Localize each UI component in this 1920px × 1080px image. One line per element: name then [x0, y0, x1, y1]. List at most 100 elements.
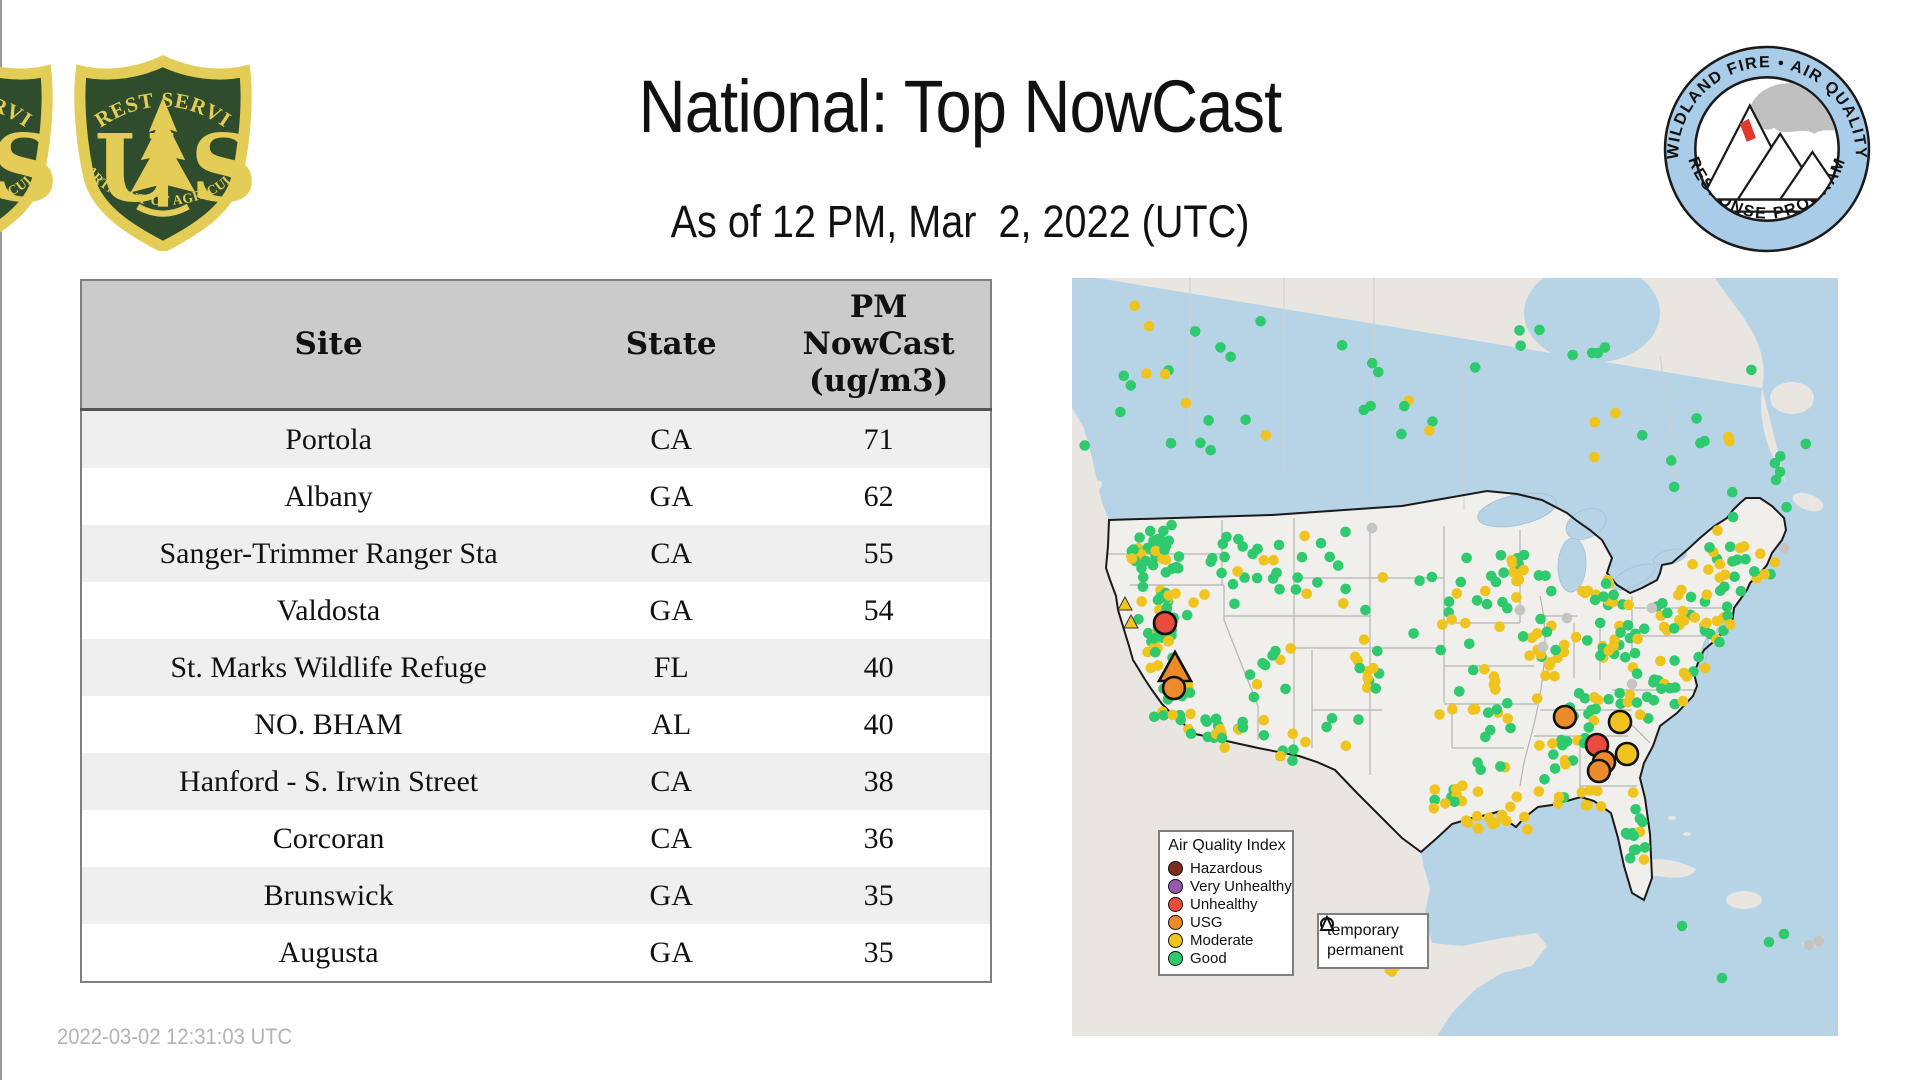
aqi-site-dot	[1560, 758, 1571, 770]
aqi-site-dot	[1614, 687, 1625, 699]
aqi-site-dot	[1140, 555, 1152, 567]
aqi-site-dot	[1637, 430, 1648, 441]
aqi-legend-label: Good	[1190, 949, 1227, 967]
aqi-site-dot	[1638, 854, 1650, 865]
report-page: { "page": { "title": "National: Top NowC…	[0, 0, 1920, 1080]
aqi-site-dot	[1216, 567, 1227, 579]
aqi-site-dot	[1160, 567, 1172, 578]
aqi-site-dot	[1471, 810, 1483, 822]
aqi-site-dot	[1701, 589, 1713, 600]
aqi-site-dot	[1628, 844, 1640, 856]
aqi-site-dot	[1258, 555, 1269, 566]
aqi-site-dot	[1553, 791, 1565, 803]
aqi-site-dot	[1615, 627, 1626, 638]
aqi-site-dot	[1255, 316, 1266, 327]
aqi-site-dot	[1446, 614, 1457, 625]
aqi-site-dot	[1205, 444, 1216, 456]
aqi-site-dot	[1138, 572, 1149, 583]
aqi-site-dot	[1778, 542, 1790, 554]
aqi-site-dot	[1134, 532, 1145, 543]
aqi-site-dot	[1549, 671, 1560, 682]
aqi-site-dot	[1763, 936, 1775, 948]
aqi-site-dot	[1502, 713, 1513, 724]
aqi-site-dot	[1244, 669, 1256, 680]
aqi-site-dot	[1712, 525, 1723, 536]
aqi-site-dot	[1429, 784, 1441, 795]
cell-state: GA	[649, 593, 693, 627]
aqi-color-dot-icon	[1168, 932, 1183, 948]
col-header-pm-nowcast: PM NowCast (ug/m3)	[767, 280, 991, 411]
aqi-site-dot	[1755, 548, 1766, 559]
aqi-site-dot	[1537, 641, 1549, 653]
cell-site: Brunswick	[263, 878, 394, 912]
aqi-site-dot	[1724, 619, 1736, 630]
aqi-site-dot	[1475, 764, 1486, 775]
aqi-site-dot	[1296, 551, 1308, 563]
aqi-site-dot	[1505, 801, 1516, 813]
aqi-site-dot	[1312, 577, 1323, 588]
site-type-legend: temporary permanent	[1317, 913, 1429, 969]
aqi-site-dot	[1716, 972, 1728, 984]
cell-pm-nowcast: 35	[863, 935, 894, 969]
aqi-legend-item: Very Unhealthy	[1168, 877, 1292, 895]
aqi-site-dot	[1547, 738, 1558, 749]
aqi-site-dot	[1685, 591, 1697, 603]
aqi-site-dot	[1514, 325, 1525, 336]
aqi-site-dot	[1118, 370, 1130, 382]
aqi-site-dot	[1687, 559, 1698, 570]
aqi-site-dot	[1354, 662, 1365, 674]
forest-service-shield-icon	[0, 47, 60, 251]
aqi-legend-label: Unhealthy	[1190, 895, 1258, 913]
top-nowcast-table: Site State PM NowCast (ug/m3) Portola CA 7…	[80, 279, 992, 983]
aqi-site-dot	[1451, 588, 1463, 599]
aqi-site-dot	[1219, 742, 1230, 753]
table-row: Albany GA 62	[81, 468, 991, 525]
aqi-site-dot	[1148, 633, 1160, 644]
aqi-site-dot	[1373, 366, 1384, 378]
aqi-site-dot	[1502, 602, 1513, 614]
aqi-site-dot	[1167, 709, 1178, 721]
aqi-site-dot	[1159, 368, 1171, 380]
aqi-site-dot	[1128, 544, 1139, 555]
aqi-site-dot	[1125, 380, 1137, 391]
wfaqrp-seal-icon: WILDLAND FIRE • AIR QUALITY RESPONSE PRO…	[1663, 45, 1871, 253]
aqi-site-dot	[1366, 522, 1378, 534]
table-row: Augusta GA 35	[81, 924, 991, 982]
aqi-site-dot	[1632, 633, 1643, 645]
aqi-site-dot	[1589, 451, 1600, 463]
aqi-site-dot	[1358, 634, 1370, 645]
aqi-site-dot	[1734, 542, 1746, 554]
aqi-color-dot-icon	[1168, 914, 1183, 930]
aqi-legend-item: Good	[1168, 949, 1286, 967]
aqi-site-dot	[1603, 693, 1614, 705]
aqi-site-dot	[1592, 785, 1603, 797]
aqi-site-dot	[1377, 572, 1389, 583]
col-header-site: Site	[81, 280, 576, 411]
aqi-site-dot	[1714, 636, 1725, 648]
aqi-site-dot	[1803, 939, 1815, 951]
permanent-site-icon	[1319, 915, 1335, 931]
aqi-site-dot	[1711, 615, 1723, 627]
aqi-site-dot	[1232, 566, 1243, 577]
aqi-site-dot	[1468, 664, 1479, 676]
aqi-site-dot	[1340, 583, 1351, 595]
aqi-site-dot	[1248, 691, 1260, 703]
aqi-site-dot	[1079, 440, 1090, 451]
aqi-site-dot	[1414, 575, 1425, 586]
cell-pm-nowcast: 36	[863, 821, 894, 855]
aqi-site-dot	[1623, 599, 1634, 611]
cell-state: GA	[649, 878, 693, 912]
page-title: National: Top NowCast	[638, 65, 1283, 148]
aqi-site-dot	[1273, 539, 1285, 551]
table-header-row: Site State PM NowCast (ug/m3)	[81, 280, 991, 411]
aqi-site-dot	[1287, 728, 1299, 740]
aqi-legend-title: Air Quality Index	[1168, 837, 1286, 854]
aqi-site-dot	[1548, 749, 1559, 760]
aqi-site-dot	[1626, 678, 1638, 690]
aqi-site-dot	[1353, 714, 1364, 725]
legend-label: permanent	[1327, 942, 1404, 959]
aqi-site-dot	[1315, 537, 1327, 549]
aqi-site-dot	[1704, 542, 1715, 553]
aqi-legend-items: Hazardous Very Unhealthy Unhealthy USG Moder…	[1168, 859, 1292, 967]
aqi-site-dot	[1115, 406, 1126, 418]
